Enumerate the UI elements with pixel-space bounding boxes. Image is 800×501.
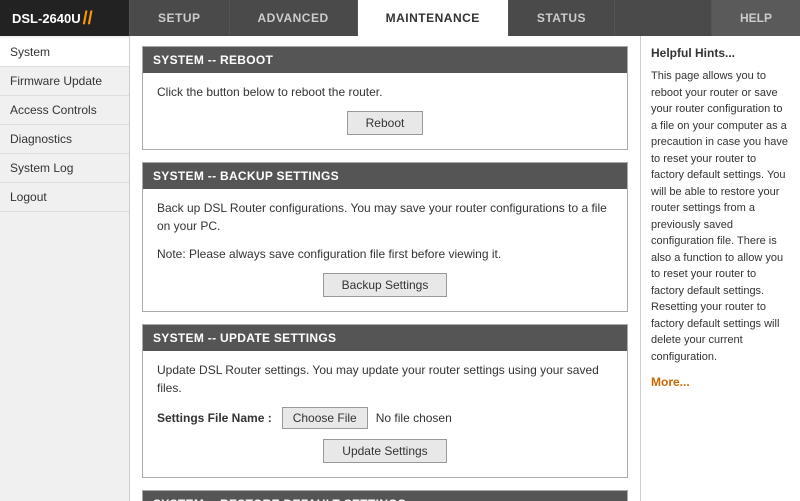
top-navigation: DSL-2640U// SETUP ADVANCED MAINTENANCE S… <box>0 0 800 36</box>
logo: DSL-2640U// <box>0 0 130 36</box>
logo-slash: // <box>83 8 93 29</box>
tab-setup[interactable]: SETUP <box>130 0 230 36</box>
restore-header: SYSTEM -- RESTORE DEFAULT SETTINGS <box>143 491 627 501</box>
help-panel: Helpful Hints... This page allows you to… <box>640 36 800 501</box>
update-body: Update DSL Router settings. You may upda… <box>143 351 627 477</box>
file-input-label: Settings File Name : <box>157 411 272 425</box>
reboot-btn-row: Reboot <box>157 111 613 135</box>
content-area: SYSTEM -- REBOOT Click the button below … <box>130 36 640 501</box>
tab-advanced[interactable]: ADVANCED <box>230 0 358 36</box>
help-text: This page allows you to reboot your rout… <box>651 68 790 365</box>
backup-settings-button[interactable]: Backup Settings <box>323 273 448 297</box>
sidebar-item-diagnostics[interactable]: Diagnostics <box>0 125 129 154</box>
sidebar-item-logout[interactable]: Logout <box>0 183 129 212</box>
tab-status[interactable]: STATUS <box>509 0 615 36</box>
reboot-button[interactable]: Reboot <box>347 111 424 135</box>
backup-body: Back up DSL Router configurations. You m… <box>143 189 627 311</box>
reboot-section: SYSTEM -- REBOOT Click the button below … <box>142 46 628 150</box>
sidebar-item-access-controls[interactable]: Access Controls <box>0 96 129 125</box>
file-no-chosen-text: No file chosen <box>376 411 452 425</box>
update-btn-row: Update Settings <box>157 439 613 463</box>
reboot-body: Click the button below to reboot the rou… <box>143 73 627 149</box>
backup-header: SYSTEM -- BACKUP SETTINGS <box>143 163 627 189</box>
update-section: SYSTEM -- UPDATE SETTINGS Update DSL Rou… <box>142 324 628 478</box>
update-settings-button[interactable]: Update Settings <box>323 439 446 463</box>
sidebar-item-system[interactable]: System <box>0 38 129 67</box>
backup-btn-row: Backup Settings <box>157 273 613 297</box>
backup-description: Back up DSL Router configurations. You m… <box>157 199 613 235</box>
sidebar-item-firmware-update[interactable]: Firmware Update <box>0 67 129 96</box>
sidebar-item-system-log[interactable]: System Log <box>0 154 129 183</box>
help-more-link[interactable]: More... <box>651 373 790 391</box>
sidebar: System Firmware Update Access Controls D… <box>0 36 130 501</box>
file-input-row: Settings File Name : Choose File No file… <box>157 407 613 429</box>
main-layout: System Firmware Update Access Controls D… <box>0 36 800 501</box>
tab-maintenance[interactable]: MAINTENANCE <box>358 0 509 36</box>
logo-model: DSL-2640U <box>12 11 81 26</box>
choose-file-button[interactable]: Choose File <box>282 407 368 429</box>
help-title: Helpful Hints... <box>651 44 790 62</box>
tab-help[interactable]: HELP <box>711 0 800 36</box>
backup-section: SYSTEM -- BACKUP SETTINGS Back up DSL Ro… <box>142 162 628 312</box>
reboot-header: SYSTEM -- REBOOT <box>143 47 627 73</box>
backup-note: Note: Please always save configuration f… <box>157 245 613 263</box>
update-description: Update DSL Router settings. You may upda… <box>157 361 613 397</box>
update-header: SYSTEM -- UPDATE SETTINGS <box>143 325 627 351</box>
restore-section: SYSTEM -- RESTORE DEFAULT SETTINGS Resto… <box>142 490 628 501</box>
reboot-description: Click the button below to reboot the rou… <box>157 83 613 101</box>
